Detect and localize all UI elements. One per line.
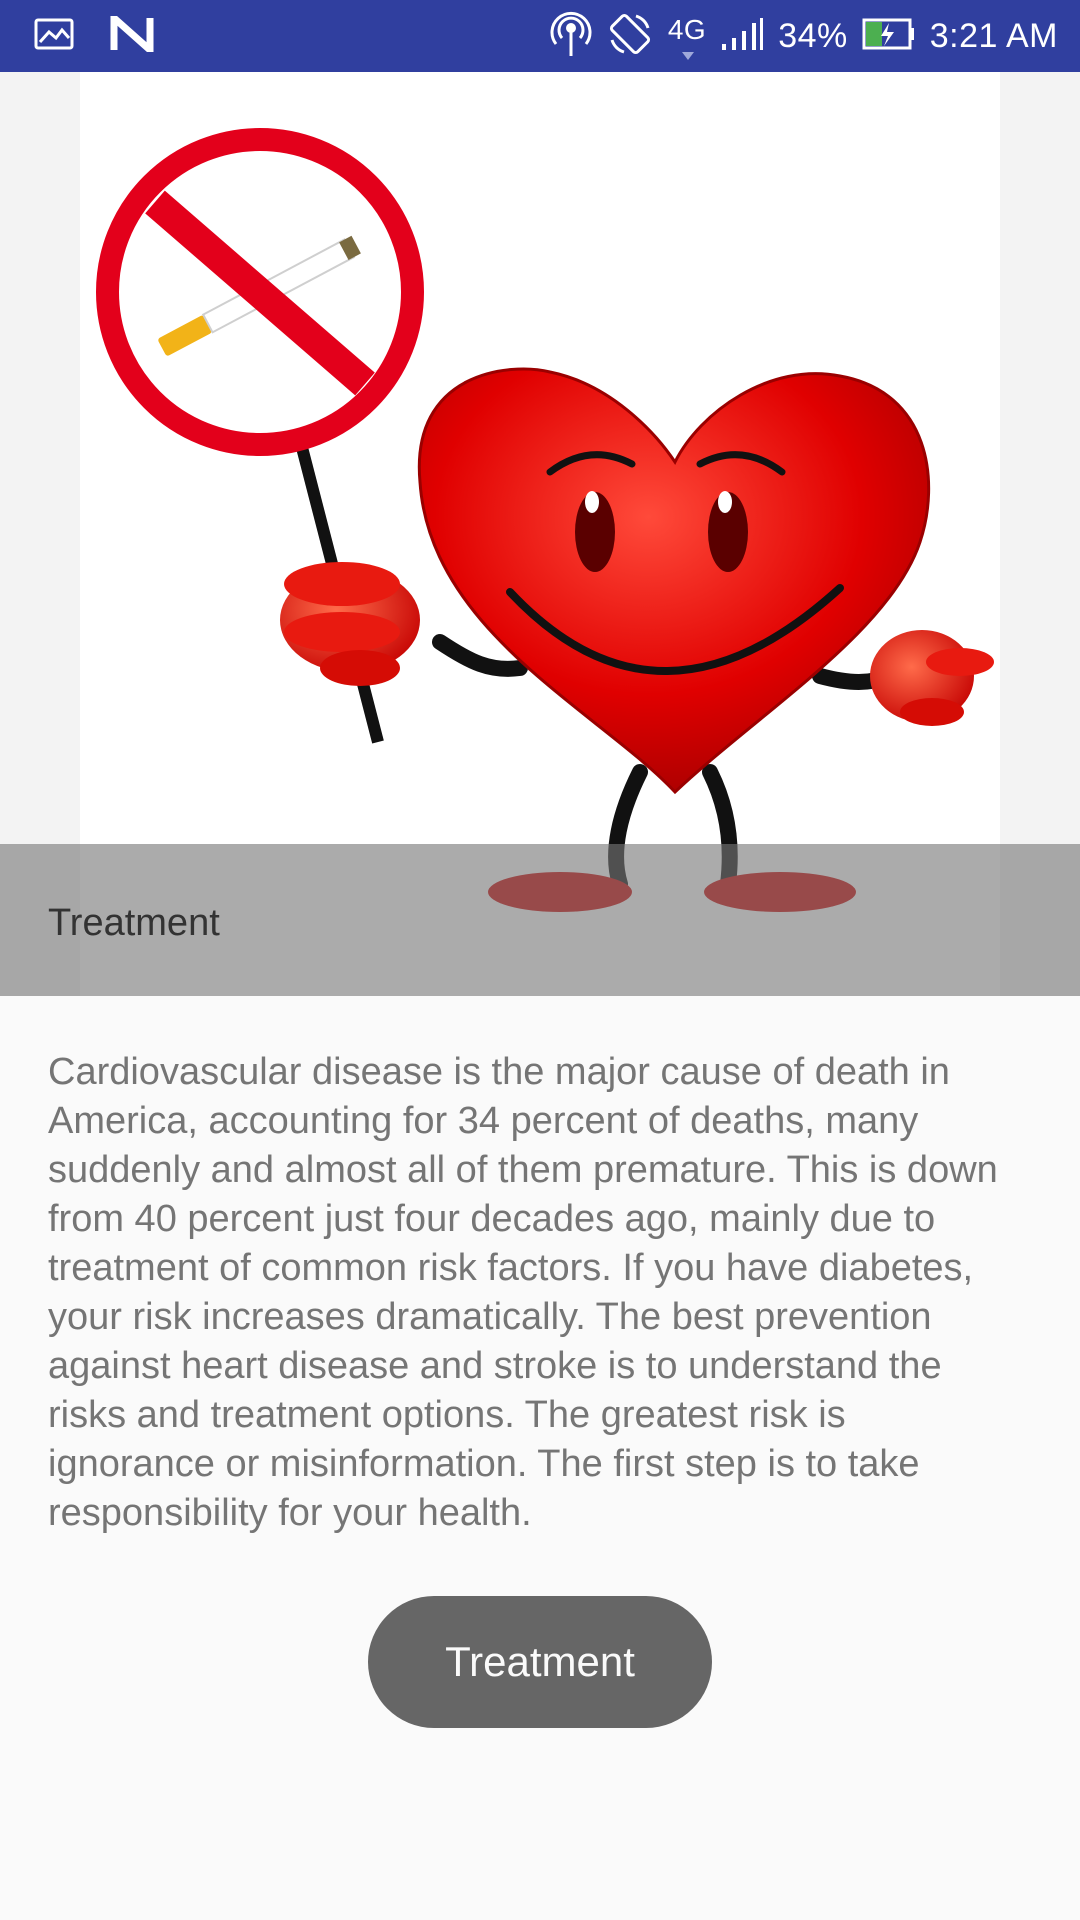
hero-image-section: Treatment bbox=[0, 72, 1080, 996]
status-bar-right: 4G 34% 3:21 AM bbox=[550, 10, 1058, 63]
description-text: Cardiovascular disease is the major caus… bbox=[48, 1051, 998, 1534]
treatment-button[interactable]: Treatment bbox=[368, 1596, 712, 1728]
clock: 3:21 AM bbox=[929, 16, 1058, 55]
hotspot-icon bbox=[550, 10, 592, 63]
network-type: 4G bbox=[667, 14, 707, 60]
signal-icon bbox=[720, 17, 764, 55]
battery-charging-icon bbox=[862, 18, 916, 55]
heart-body bbox=[417, 367, 931, 795]
no-smoking-sign-icon bbox=[96, 128, 424, 456]
hero-caption: Treatment bbox=[48, 902, 220, 944]
gallery-icon bbox=[34, 18, 74, 55]
left-glove bbox=[280, 562, 420, 686]
status-bar-left bbox=[34, 9, 154, 58]
status-bar: 4G 34% 3:21 AM bbox=[0, 0, 1080, 72]
right-glove bbox=[870, 630, 994, 726]
rotate-icon bbox=[606, 10, 654, 63]
battery-percent: 34% bbox=[778, 16, 848, 55]
n-app-icon bbox=[110, 9, 154, 58]
